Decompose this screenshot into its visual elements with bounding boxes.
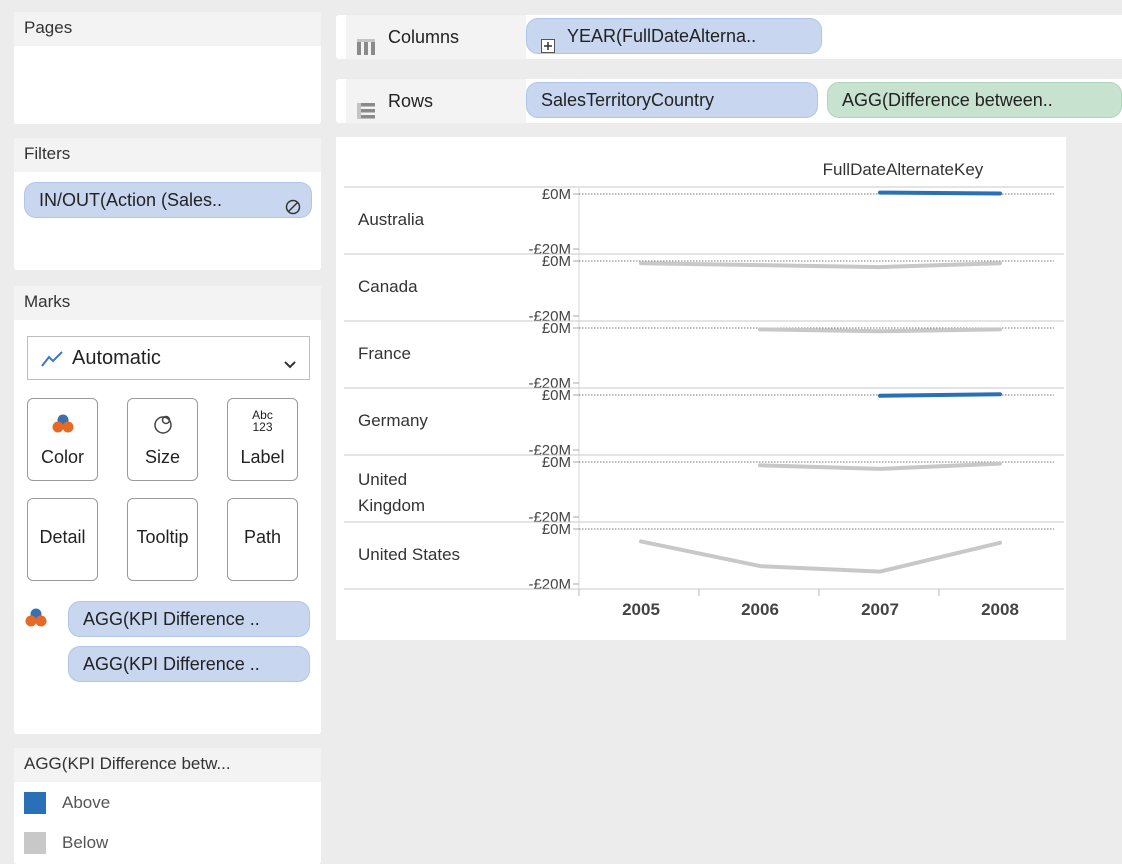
row-label: Germany xyxy=(358,411,428,430)
y-tick-label: £0M xyxy=(542,454,571,471)
rows-pill-1-label: SalesTerritoryCountry xyxy=(541,90,715,110)
series-line[interactable] xyxy=(639,539,1002,574)
size-icon xyxy=(128,413,197,440)
filter-pill[interactable]: IN/OUT(Action (Sales.. xyxy=(24,182,312,218)
x-tick-label: 2008 xyxy=(981,600,1019,619)
color-icon xyxy=(28,413,97,440)
label-label: Label xyxy=(240,447,285,467)
series-line[interactable] xyxy=(639,261,1002,270)
x-tick-label: 2007 xyxy=(861,600,899,619)
filters-title: Filters xyxy=(14,138,321,172)
rows-country-pill[interactable]: SalesTerritoryCountry xyxy=(526,82,818,118)
series-line[interactable] xyxy=(878,190,1002,196)
series-line[interactable] xyxy=(878,392,1002,398)
color-field-pill[interactable]: AGG(KPI Difference .. xyxy=(68,601,310,637)
legend-card: AGG(KPI Difference betw... Above Below xyxy=(14,748,321,864)
detail-label: Detail xyxy=(39,527,86,547)
y-tick-label: -£20M xyxy=(528,576,571,593)
y-tick-label: £0M xyxy=(542,253,571,270)
color-field-icon xyxy=(24,607,48,634)
filter-pill-label: IN/OUT(Action (Sales.. xyxy=(39,190,223,210)
x-tick-label: 2005 xyxy=(622,600,660,619)
size-button[interactable]: Size xyxy=(127,398,198,481)
tooltip-label: Tooltip xyxy=(136,527,189,547)
legend-label-above: Above xyxy=(62,793,111,812)
pages-card: Pages xyxy=(14,12,321,124)
rows-shelf-label: Rows xyxy=(346,79,526,123)
color-field-label: AGG(KPI Difference .. xyxy=(83,609,260,629)
marks-card: Marks Automatic Color Size Abc 123 Label… xyxy=(14,286,321,734)
filter-context-icon xyxy=(285,192,301,217)
expand-icon[interactable] xyxy=(541,30,555,53)
row-label: Kingdom xyxy=(358,496,425,515)
color-button[interactable]: Color xyxy=(27,398,98,481)
rows-icon xyxy=(356,92,378,136)
rows-pill-2-label: AGG(Difference between.. xyxy=(842,90,1053,110)
columns-shelf[interactable]: Columns YEAR(FullDateAlterna.. xyxy=(336,15,1122,59)
legend-title: AGG(KPI Difference betw... xyxy=(14,748,321,782)
pages-title: Pages xyxy=(14,12,321,46)
y-tick-label: £0M xyxy=(542,521,571,538)
series-line[interactable] xyxy=(758,461,1002,471)
path-label: Path xyxy=(243,527,282,547)
row-label: France xyxy=(358,344,411,363)
line-chart[interactable]: FullDateAlternateKey £0M-£20MAustralia£0… xyxy=(336,137,1066,640)
row-panel: £0M-£20MGermany xyxy=(344,387,1064,459)
mark-type-label: Automatic xyxy=(72,347,161,369)
line-mark-icon xyxy=(40,349,64,375)
color-label: Color xyxy=(40,447,84,467)
label-icon-bottom: 123 xyxy=(252,420,273,434)
tooltip-button[interactable]: Tooltip xyxy=(127,498,198,581)
path-button[interactable]: Path xyxy=(227,498,298,581)
columns-shelf-label: Columns xyxy=(346,15,526,59)
columns-label-text: Columns xyxy=(388,27,460,47)
field-pill-2[interactable]: AGG(KPI Difference .. xyxy=(68,646,310,682)
rows-shelf[interactable]: Rows SalesTerritoryCountry AGG(Differenc… xyxy=(336,79,1122,123)
rows-label-text: Rows xyxy=(388,91,434,111)
chevron-down-icon xyxy=(283,353,297,376)
label-icon: Abc 123 xyxy=(228,409,297,433)
size-label: Size xyxy=(144,447,180,467)
row-label: United States xyxy=(358,545,460,564)
field-pill-2-label: AGG(KPI Difference .. xyxy=(83,654,260,674)
row-label: Canada xyxy=(358,277,418,296)
x-tick-label: 2006 xyxy=(741,600,779,619)
label-button[interactable]: Abc 123 Label xyxy=(227,398,298,481)
mark-type-dropdown[interactable]: Automatic xyxy=(27,336,310,380)
y-tick-label: £0M xyxy=(542,320,571,337)
row-label: United xyxy=(358,470,407,489)
row-label: Australia xyxy=(358,210,425,229)
rows-difference-pill[interactable]: AGG(Difference between.. xyxy=(827,82,1122,118)
marks-title: Marks xyxy=(14,286,321,320)
y-tick-label: £0M xyxy=(542,186,571,203)
legend-swatch-above xyxy=(24,792,46,814)
columns-year-pill[interactable]: YEAR(FullDateAlterna.. xyxy=(526,18,822,54)
columns-pill-label: YEAR(FullDateAlterna.. xyxy=(567,26,757,46)
legend-label-below: Below xyxy=(62,833,109,852)
y-tick-label: £0M xyxy=(542,387,571,404)
detail-button[interactable]: Detail xyxy=(27,498,98,581)
row-panel: £0M-£20MAustralia xyxy=(344,186,1064,258)
legend-swatch-below xyxy=(24,832,46,854)
series-line[interactable] xyxy=(758,327,1002,334)
viz-pane[interactable]: FullDateAlternateKey £0M -£20M Australia £0… xyxy=(336,137,1066,640)
row-panel: £0M -£20M United States xyxy=(344,521,1064,593)
columns-icon xyxy=(356,28,378,72)
column-header: FullDateAlternateKey xyxy=(823,160,984,179)
filters-card: Filters IN/OUT(Action (Sales.. xyxy=(14,138,321,270)
